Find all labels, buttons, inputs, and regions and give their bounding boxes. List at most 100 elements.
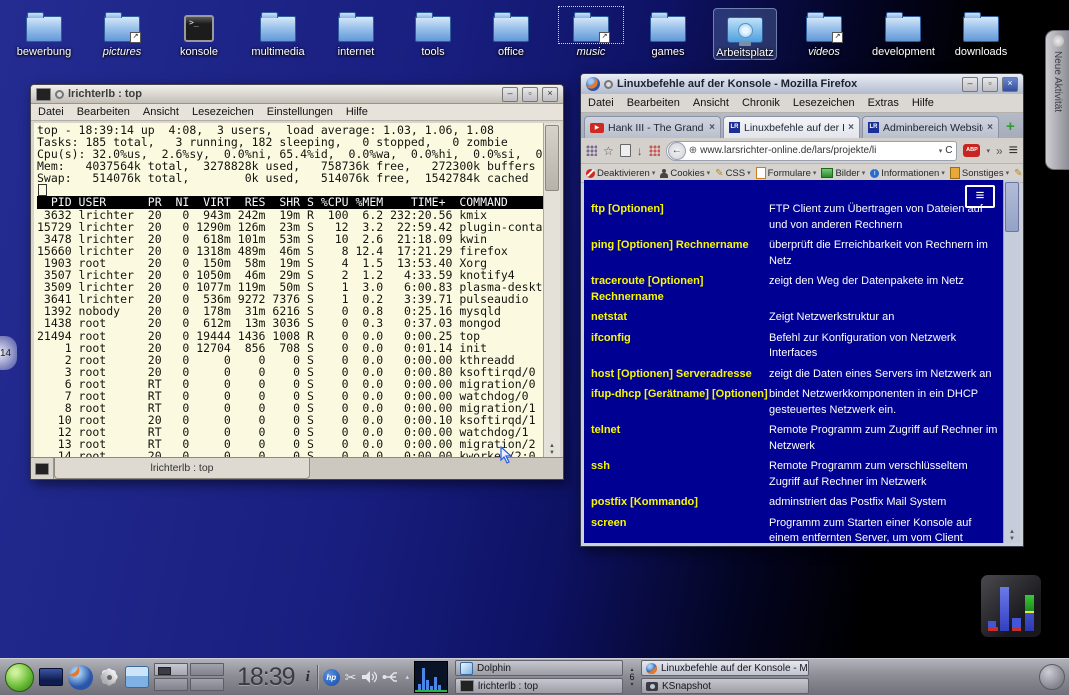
tab-adminbereich[interactable]: LR Adminbereich Website 2... × — [862, 116, 999, 138]
volume-icon[interactable] — [361, 670, 377, 684]
overflow-chevron-icon[interactable]: » — [996, 145, 1003, 157]
tray-expand-icon[interactable]: ▴ — [405, 673, 409, 681]
extensions-grid-icon[interactable] — [649, 145, 660, 156]
system-monitor-graph[interactable] — [414, 661, 448, 693]
maximize-button[interactable]: ▫ — [982, 77, 998, 92]
dev-cookies[interactable]: Cookies▾ — [660, 168, 710, 179]
scrollbar-thumb[interactable] — [545, 125, 559, 191]
hp-tray-icon[interactable]: hp — [323, 669, 340, 686]
terminal-scrollbar[interactable]: ▲▼ — [543, 123, 560, 457]
minimize-button[interactable]: – — [502, 87, 518, 102]
desktop-icon-music[interactable]: ↗ music — [560, 8, 622, 58]
konsole-session-tab[interactable]: lrichterlb : top — [54, 458, 310, 479]
file-manager-icon[interactable] — [125, 666, 149, 688]
tab-close-icon[interactable]: × — [848, 122, 854, 133]
url-bar[interactable]: ← ⊕ www.larsrichter-online.de/lars/proje… — [666, 141, 958, 161]
apps-grid-icon[interactable] — [586, 145, 597, 156]
new-tab-button[interactable] — [31, 458, 54, 479]
desktop-icon-tools[interactable]: tools — [402, 8, 464, 58]
url-text[interactable]: www.larsrichter-online.de/lars/projekte/… — [700, 145, 936, 156]
menu-ansicht[interactable]: Ansicht — [143, 106, 179, 118]
pager-desktop-4[interactable] — [190, 678, 224, 691]
adblock-dropdown-icon[interactable]: ▾ — [986, 147, 990, 155]
download-icon[interactable]: ↓ — [637, 145, 643, 157]
system-load-widget[interactable] — [980, 574, 1042, 638]
klipper-scissors-icon[interactable]: ✂ — [345, 670, 357, 684]
back-button[interactable]: ← — [668, 142, 686, 160]
window-pin-icon[interactable] — [604, 80, 613, 89]
menu-bearbeiten[interactable]: Bearbeiten — [627, 97, 680, 109]
menu-ansicht[interactable]: Ansicht — [693, 97, 729, 109]
dev-css[interactable]: ✎CSS▾ — [715, 168, 750, 179]
terminal-output[interactable]: top - 18:39:14 up 4:08, 3 users, load av… — [34, 123, 544, 457]
task-dolphin[interactable]: Dolphin — [455, 660, 623, 676]
window-pin-icon[interactable] — [55, 90, 64, 99]
desktop-icon-bewerbung[interactable]: bewerbung — [13, 8, 75, 58]
desktop-icon-konsole[interactable]: >_ konsole — [168, 8, 230, 58]
pager-desktop-2[interactable] — [190, 663, 224, 676]
tab-linuxbefehle[interactable]: LR Linuxbefehle auf der Kon... × — [723, 116, 860, 138]
scrollbar-arrows[interactable]: ▲▼ — [544, 443, 560, 457]
maximize-button[interactable]: ▫ — [522, 87, 538, 102]
close-button[interactable]: × — [1002, 77, 1018, 92]
desktop-icon-downloads[interactable]: downloads — [950, 8, 1012, 58]
menu-datei[interactable]: Datei — [588, 97, 614, 109]
activity-sidebar-tab[interactable]: Neue Aktivität — [1045, 30, 1069, 170]
panel-cashew-button[interactable] — [1039, 664, 1065, 690]
desktop-icon-games[interactable]: games — [637, 8, 699, 58]
task-ksnapshot[interactable]: KSnapshot — [641, 678, 809, 694]
hamburger-menu-icon[interactable]: ≡ — [1009, 145, 1018, 157]
clock[interactable]: 18:39 — [237, 663, 295, 692]
page-scrollbar[interactable]: ▲▼ — [1003, 180, 1020, 543]
menu-lesezeichen[interactable]: Lesezeichen — [793, 97, 855, 109]
menu-datei[interactable]: Datei — [38, 106, 64, 118]
show-desktop-icon[interactable] — [39, 668, 63, 686]
firefox-titlebar[interactable]: Linuxbefehle auf der Konsole - Mozilla F… — [581, 74, 1023, 94]
adblock-icon[interactable]: ABP — [963, 144, 980, 157]
menu-lesezeichen[interactable]: Lesezeichen — [192, 106, 254, 118]
new-tab-button[interactable]: + — [1006, 116, 1015, 138]
desktop-icon-development[interactable]: development — [872, 8, 934, 58]
desktop-icon-arbeitsplatz[interactable]: Arbeitsplatz — [713, 8, 777, 60]
bookmark-star-icon[interactable]: ☆ — [603, 145, 614, 157]
menu-bearbeiten[interactable]: Bearbeiten — [77, 106, 130, 118]
close-button[interactable]: × — [542, 87, 558, 102]
edit-pencil-icon[interactable]: ✎ — [1014, 168, 1022, 179]
menu-extras[interactable]: Extras — [868, 97, 899, 109]
task-firefox[interactable]: Linuxbefehle auf der Konsole - Moz — [641, 660, 809, 676]
dev-sonstiges[interactable]: Sonstiges▾ — [950, 167, 1009, 179]
dev-informationen[interactable]: iInformationen▾ — [870, 168, 945, 179]
scrollbar-arrows[interactable]: ▲▼ — [1004, 529, 1020, 543]
desktop-icon-videos[interactable]: ↗ videos — [793, 8, 855, 58]
clipboard-icon[interactable] — [620, 144, 631, 157]
firefox-launcher-icon[interactable] — [68, 665, 93, 690]
menu-einstellungen[interactable]: Einstellungen — [267, 106, 333, 118]
scrollbar-thumb[interactable] — [1005, 182, 1019, 232]
menu-chronik[interactable]: Chronik — [742, 97, 780, 109]
menu-hilfe[interactable]: Hilfe — [346, 106, 368, 118]
dev-deaktivieren[interactable]: Deaktivieren▾ — [586, 168, 655, 179]
usb-device-icon[interactable] — [382, 671, 400, 683]
desktop-icon-pictures[interactable]: ↗ pictures — [91, 8, 153, 58]
start-menu-button[interactable] — [5, 663, 34, 692]
tab-close-icon[interactable]: × — [709, 122, 715, 133]
menu-hilfe[interactable]: Hilfe — [912, 97, 934, 109]
task-konsole[interactable]: lrichterlb : top — [455, 678, 623, 694]
konsole-titlebar[interactable]: lrichterlb : top – ▫ × — [31, 85, 563, 104]
desktop-icon-multimedia[interactable]: multimedia — [247, 8, 309, 58]
notifications-info-icon[interactable]: i — [306, 669, 310, 686]
minimize-button[interactable]: – — [962, 77, 978, 92]
desktop-pager[interactable] — [154, 663, 224, 691]
tab-close-icon[interactable]: × — [987, 122, 993, 133]
page-menu-icon[interactable]: ≡ — [965, 185, 995, 208]
pager-desktop-3[interactable] — [154, 678, 188, 691]
dev-bilder[interactable]: Bilder▾ — [821, 168, 865, 179]
settings-gear-icon[interactable] — [98, 666, 120, 688]
task-scroll-control[interactable]: ▴ 6 ▾ — [626, 667, 638, 688]
reload-icon[interactable]: C — [945, 145, 952, 157]
desktop-icon-office[interactable]: office — [480, 8, 542, 58]
pager-desktop-1[interactable] — [154, 663, 188, 676]
tab-hank-iii[interactable]: ▶ Hank III - The Grand Ole ... × — [584, 116, 721, 138]
desktop-icon-internet[interactable]: internet — [325, 8, 387, 58]
dev-formulare[interactable]: Formulare▾ — [756, 167, 817, 179]
